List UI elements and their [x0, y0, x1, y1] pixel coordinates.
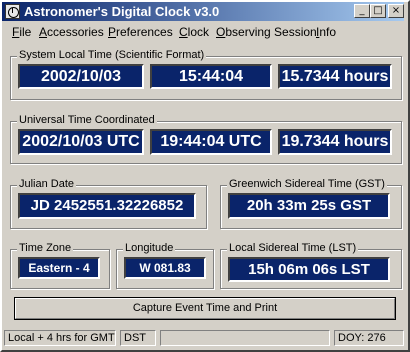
- utc-time-field: 19:44:04 UTC: [150, 129, 272, 155]
- menu-bar: File Accessories Preferences Clock Obser…: [2, 22, 404, 42]
- lst-label: Local Sidereal Time (LST): [227, 242, 359, 254]
- local-hours-field: 15.7344 hours: [278, 64, 392, 89]
- gst-label: Greenwich Sidereal Time (GST): [227, 178, 387, 190]
- julian-date-label: Julian Date: [17, 178, 77, 190]
- menu-file[interactable]: File: [12, 25, 31, 39]
- menu-observing-session[interactable]: Observing Session: [216, 25, 317, 39]
- time-zone-field: Eastern - 4: [18, 257, 100, 279]
- title-bar[interactable]: Astronomer's Digital Clock v3.0 _ □ ×: [2, 2, 404, 21]
- utc-date-field: 2002/10/03 UTC: [18, 129, 144, 155]
- utc-hours-field: 19.7344 hours: [278, 129, 392, 155]
- status-blank: [160, 330, 330, 346]
- window-title: Astronomer's Digital Clock v3.0: [24, 4, 220, 19]
- menu-clock[interactable]: Clock: [179, 25, 209, 39]
- time-zone-label: Time Zone: [17, 242, 74, 254]
- longitude-label: Longitude: [123, 242, 176, 254]
- status-dst: DST: [120, 330, 156, 346]
- menu-preferences[interactable]: Preferences: [108, 25, 173, 39]
- capture-event-button[interactable]: Capture Event Time and Print: [14, 297, 396, 320]
- local-date-field: 2002/10/03: [18, 64, 144, 89]
- status-doy: DOY: 276: [334, 330, 404, 346]
- utc-label: Universal Time Coordinated: [17, 114, 157, 126]
- minimize-button[interactable]: _: [354, 4, 370, 18]
- system-local-time-label: System Local Time (Scientific Format): [17, 49, 207, 61]
- clock-icon: [5, 4, 20, 19]
- status-offset: Local + 4 hrs for GMT: [4, 330, 116, 346]
- local-time-field: 15:44:04: [150, 64, 272, 89]
- gst-field: 20h 33m 25s GST: [228, 193, 390, 219]
- close-button[interactable]: ×: [388, 4, 404, 18]
- maximize-button[interactable]: □: [370, 4, 386, 18]
- lst-field: 15h 06m 06s LST: [228, 257, 390, 282]
- julian-date-field: JD 2452551.32226852: [18, 193, 196, 219]
- longitude-field: W 081.83: [124, 257, 206, 279]
- menu-info[interactable]: Info: [316, 25, 336, 39]
- menu-accessories[interactable]: Accessories: [39, 25, 104, 39]
